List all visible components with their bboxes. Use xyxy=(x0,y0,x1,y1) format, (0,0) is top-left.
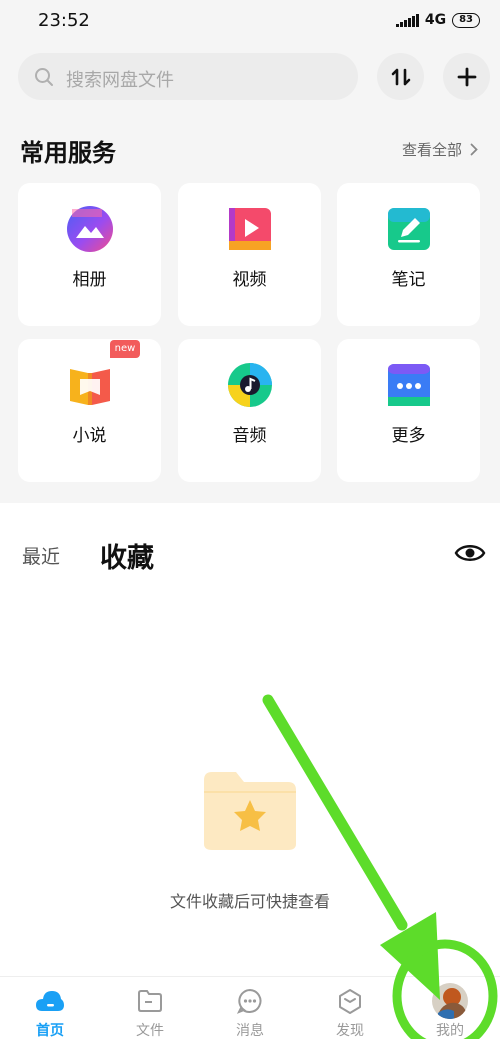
service-label: 相册 xyxy=(72,270,107,290)
home-cloud-icon xyxy=(36,991,64,1011)
nav-label: 我的 xyxy=(436,1023,464,1039)
video-icon xyxy=(229,208,271,250)
service-label: 小说 xyxy=(72,426,107,446)
nav-files[interactable]: 文件 xyxy=(100,977,200,1039)
nav-mine[interactable]: 我的 xyxy=(400,977,500,1039)
novel-icon xyxy=(70,369,110,405)
view-all-label: 查看全部 xyxy=(402,141,463,159)
chevron-right-icon xyxy=(470,143,478,156)
service-card-more[interactable]: 更多 xyxy=(337,339,480,482)
note-icon xyxy=(388,208,430,250)
empty-folder-icon xyxy=(204,772,296,850)
tab-recent[interactable]: 最近 xyxy=(22,542,60,569)
empty-state-text: 文件收藏后可快捷查看 xyxy=(169,892,330,911)
service-card-audio[interactable]: 音频 xyxy=(178,339,321,482)
transfer-button[interactable] xyxy=(377,53,424,100)
view-all-link[interactable]: 查看全部 xyxy=(402,139,478,160)
nav-discover[interactable]: 发现 xyxy=(300,977,400,1039)
more-icon xyxy=(388,364,430,406)
status-indicators: 4G 83 xyxy=(396,12,480,28)
battery-icon: 83 xyxy=(452,12,480,28)
folder-icon xyxy=(138,990,162,1012)
eye-icon[interactable] xyxy=(454,540,486,566)
plus-icon xyxy=(457,67,476,86)
status-time: 23:52 xyxy=(38,10,90,31)
search-icon xyxy=(35,68,53,86)
service-label: 笔记 xyxy=(391,270,426,290)
nav-messages[interactable]: 消息 xyxy=(200,977,300,1039)
nav-home[interactable]: 首页 xyxy=(0,977,100,1039)
transfer-icon xyxy=(391,68,410,85)
nav-label: 发现 xyxy=(336,1023,364,1039)
service-label: 更多 xyxy=(391,426,426,446)
network-type: 4G xyxy=(424,12,447,28)
discover-icon xyxy=(339,989,361,1014)
new-badge: new xyxy=(110,340,140,358)
bottom-nav: 首页 文件 消息 发现 我的 xyxy=(0,976,500,1039)
audio-icon xyxy=(228,363,272,407)
nav-label: 首页 xyxy=(36,1023,64,1039)
services-title: 常用服务 xyxy=(20,139,116,167)
service-card-notes[interactable]: 笔记 xyxy=(337,183,480,326)
service-label: 视频 xyxy=(232,270,267,290)
avatar xyxy=(432,983,468,1019)
add-button[interactable] xyxy=(443,53,490,100)
service-card-video[interactable]: 视频 xyxy=(178,183,321,326)
nav-label: 消息 xyxy=(236,1023,264,1039)
tab-favorites[interactable]: 收藏 xyxy=(100,536,154,575)
status-bar: 23:52 4G 83 xyxy=(0,0,500,40)
search-placeholder: 搜索网盘文件 xyxy=(66,70,174,91)
service-card-novel[interactable]: 小说 xyxy=(18,339,161,482)
signal-icon xyxy=(396,13,419,27)
service-card-album[interactable]: 相册 xyxy=(18,183,161,326)
service-label: 音频 xyxy=(232,426,267,446)
photo-album-icon xyxy=(67,206,113,252)
search-input[interactable]: 搜索网盘文件 xyxy=(18,53,358,100)
nav-label: 文件 xyxy=(136,1023,164,1039)
message-icon xyxy=(236,988,262,1014)
